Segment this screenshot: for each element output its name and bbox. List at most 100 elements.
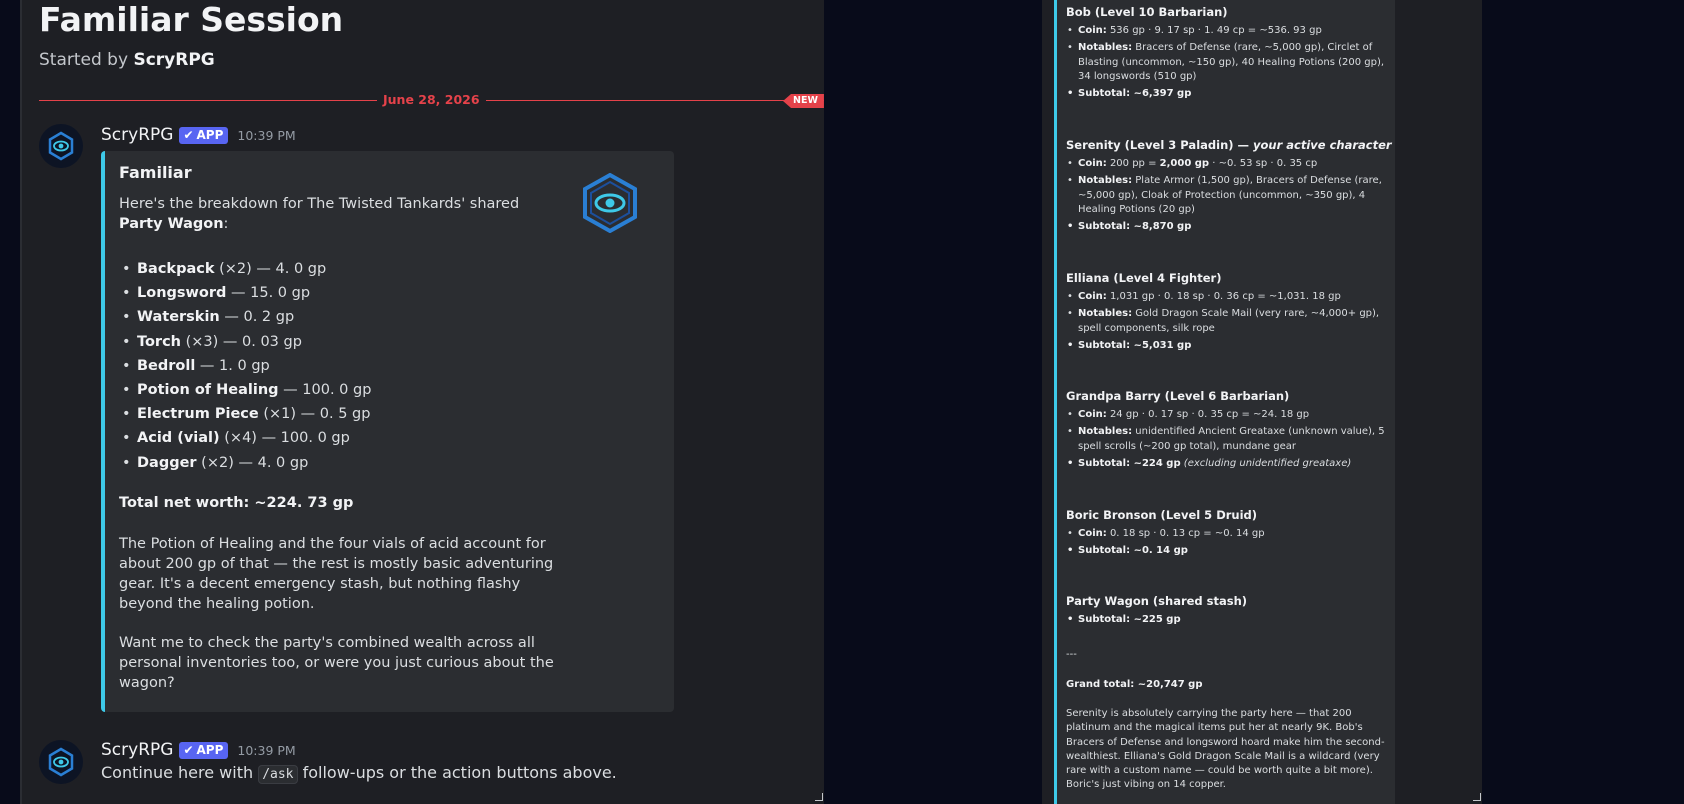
item-name: Torch <box>137 333 181 350</box>
chat-panel: Familiar Session Started by ScryRPG June… <box>20 0 824 804</box>
item-name: Acid (vial) <box>137 430 220 447</box>
item-value: (×1) — 0. 5 gp <box>258 406 371 423</box>
started-by-user[interactable]: ScryRPG <box>133 50 214 70</box>
new-badge: NEW <box>783 94 824 108</box>
panel-edge <box>20 0 22 804</box>
app-badge-label: APP <box>196 128 224 142</box>
scryrpg-logo-icon <box>48 747 74 777</box>
list-item: Torch (×3) — 0. 03 gp <box>119 330 371 354</box>
grand-total: Grand total: ~20,747 gp <box>1066 679 1203 690</box>
separator-text: --- <box>1066 649 1077 660</box>
section-title-italic: your active character <box>1253 138 1392 152</box>
coin-value: 536 gp · 9. 17 sp · 1. 49 cp = ~536. 93 … <box>1106 25 1322 36</box>
app-badge-label: APP <box>196 743 224 757</box>
list-item: Notables: unidentified Ancient Greataxe … <box>1066 425 1386 454</box>
item-value: (×4) — 100. 0 gp <box>219 430 350 447</box>
subtotal: Subtotal: ~224 gp (excluding unidentifie… <box>1066 457 1386 472</box>
item-value: (×2) — 4. 0 gp <box>196 454 309 471</box>
item-value: (×3) — 0. 03 gp <box>181 333 302 350</box>
subtotal: Subtotal: ~0. 14 gp <box>1066 544 1386 559</box>
ask-command-code: /ask <box>258 765 298 784</box>
closing-paragraph: Serenity is absolutely carrying the part… <box>1066 708 1385 791</box>
character-section-elliana: Elliana (Level 4 Fighter) Coin: 1,031 gp… <box>1066 270 1386 356</box>
embed-paragraph: Want me to check the party's combined we… <box>119 635 554 691</box>
started-by-prefix: Started by <box>39 50 134 70</box>
embed-intro: Here's the breakdown for The Twisted Tan… <box>119 194 539 234</box>
list-item: Notables: Gold Dragon Scale Mail (very r… <box>1066 307 1386 336</box>
coin-label: Coin: <box>1078 25 1107 36</box>
item-value: (×2) — 4. 0 gp <box>214 261 327 277</box>
coin-value: 200 pp = <box>1106 158 1160 169</box>
intro-bold: Party Wagon <box>119 216 224 232</box>
item-value: — 0. 2 gp <box>219 309 295 326</box>
item-name: Potion of Healing <box>137 382 279 399</box>
item-name: Bedroll <box>137 357 196 374</box>
message-header: ScryRPG ✔ APP 10:39 PM <box>101 740 296 760</box>
thread-subtitle: Started by ScryRPG <box>39 50 215 70</box>
list-item: Backpack (×2) — 4. 0 gp <box>119 257 371 281</box>
list-item: Coin: 24 gp · 0. 17 sp · 0. 35 cp = ~24.… <box>1066 408 1386 423</box>
notables-label: Notables: <box>1078 42 1133 54</box>
subtotal: Subtotal: ~6,397 gp <box>1066 87 1386 102</box>
notables-label: Notables: <box>1078 175 1133 187</box>
coin-value: 24 gp · 0. 17 sp · 0. 35 cp = ~24. 18 gp <box>1106 409 1310 420</box>
message-header: ScryRPG ✔ APP 10:39 PM <box>101 125 296 145</box>
section-title: Elliana (Level 4 Fighter) <box>1066 271 1222 285</box>
notables-label: Notables: <box>1078 426 1133 438</box>
avatar[interactable] <box>39 740 83 784</box>
list-item: Longsword — 15. 0 gp <box>119 281 371 305</box>
coin-value: · ~0. 53 sp · 0. 35 cp <box>1209 158 1318 169</box>
notables-label: Notables: <box>1078 308 1133 320</box>
character-section-bob: Bob (Level 10 Barbarian) Coin: 536 gp · … <box>1066 4 1386 104</box>
embed-title: Familiar <box>119 163 192 182</box>
list-item: Coin: 0. 18 sp · 0. 13 cp = ~0. 14 gp <box>1066 527 1386 542</box>
message-timestamp[interactable]: 10:39 PM <box>237 128 295 143</box>
avatar[interactable] <box>39 124 83 168</box>
subtotal: Subtotal: ~8,870 gp <box>1066 220 1386 235</box>
list-item: Dagger (×2) — 4. 0 gp <box>119 451 371 475</box>
list-item: Waterskin — 0. 2 gp <box>119 305 371 329</box>
app-badge: ✔ APP <box>179 126 229 144</box>
item-name: Electrum Piece <box>137 406 259 423</box>
app-badge: ✔ APP <box>179 741 229 759</box>
intro-suffix: : <box>223 216 229 232</box>
check-icon: ✔ <box>183 743 194 757</box>
list-item: Coin: 200 pp = 2,000 gp · ~0. 53 sp · 0.… <box>1066 157 1386 172</box>
item-name: Backpack <box>137 261 215 277</box>
intro-text: Here's the breakdown for The Twisted Tan… <box>119 196 520 212</box>
message-text-prefix: Continue here with <box>101 763 259 782</box>
subtotal: Subtotal: ~225 gp <box>1066 613 1386 628</box>
message-timestamp[interactable]: 10:39 PM <box>237 743 295 758</box>
coin-bold: 2,000 gp <box>1159 158 1210 169</box>
coin-label: Coin: <box>1078 528 1107 539</box>
list-item: Electrum Piece (×1) — 0. 5 gp <box>119 402 371 426</box>
section-title: Bob (Level 10 Barbarian) <box>1066 5 1228 19</box>
item-name: Dagger <box>137 454 197 471</box>
total-net-worth: Total net worth: ~224. 73 gp <box>119 495 354 511</box>
scryrpg-logo-icon <box>48 131 74 161</box>
message-text: Continue here with /ask follow-ups or th… <box>101 763 617 784</box>
check-icon: ✔ <box>183 128 194 142</box>
item-value: — 100. 0 gp <box>278 382 372 399</box>
party-wagon-section: Party Wagon (shared stash) Subtotal: ~22… <box>1066 593 1386 630</box>
list-item: Coin: 536 gp · 9. 17 sp · 1. 49 cp = ~53… <box>1066 24 1386 39</box>
author-name[interactable]: ScryRPG <box>101 125 173 145</box>
list-item: Acid (vial) (×4) — 100. 0 gp <box>119 426 371 450</box>
list-item: Potion of Healing — 100. 0 gp <box>119 378 371 402</box>
resize-handle-icon[interactable] <box>1473 793 1481 801</box>
section-title: Grandpa Barry (Level 6 Barbarian) <box>1066 389 1290 403</box>
embed-card: Familiar Here's the breakdown for The Tw… <box>101 151 674 712</box>
item-value: — 15. 0 gp <box>226 285 311 302</box>
message-text-suffix: follow-ups or the action buttons above. <box>297 763 617 782</box>
coin-label: Coin: <box>1078 158 1107 169</box>
coin-value: 0. 18 sp · 0. 13 cp = ~0. 14 gp <box>1106 528 1265 539</box>
coin-label: Coin: <box>1078 291 1107 302</box>
item-value: — 1. 0 gp <box>195 357 270 374</box>
character-section-barry: Grandpa Barry (Level 6 Barbarian) Coin: … <box>1066 388 1386 474</box>
wealth-breakdown-panel: Bob (Level 10 Barbarian) Coin: 536 gp · … <box>1042 0 1482 804</box>
scryrpg-eye-icon[interactable] <box>583 173 637 233</box>
character-section-serenity: Serenity (Level 3 Paladin) — your active… <box>1066 137 1392 237</box>
section-title: Serenity (Level 3 Paladin) — your active… <box>1066 137 1392 153</box>
resize-handle-icon[interactable] <box>815 793 823 801</box>
author-name[interactable]: ScryRPG <box>101 740 173 760</box>
